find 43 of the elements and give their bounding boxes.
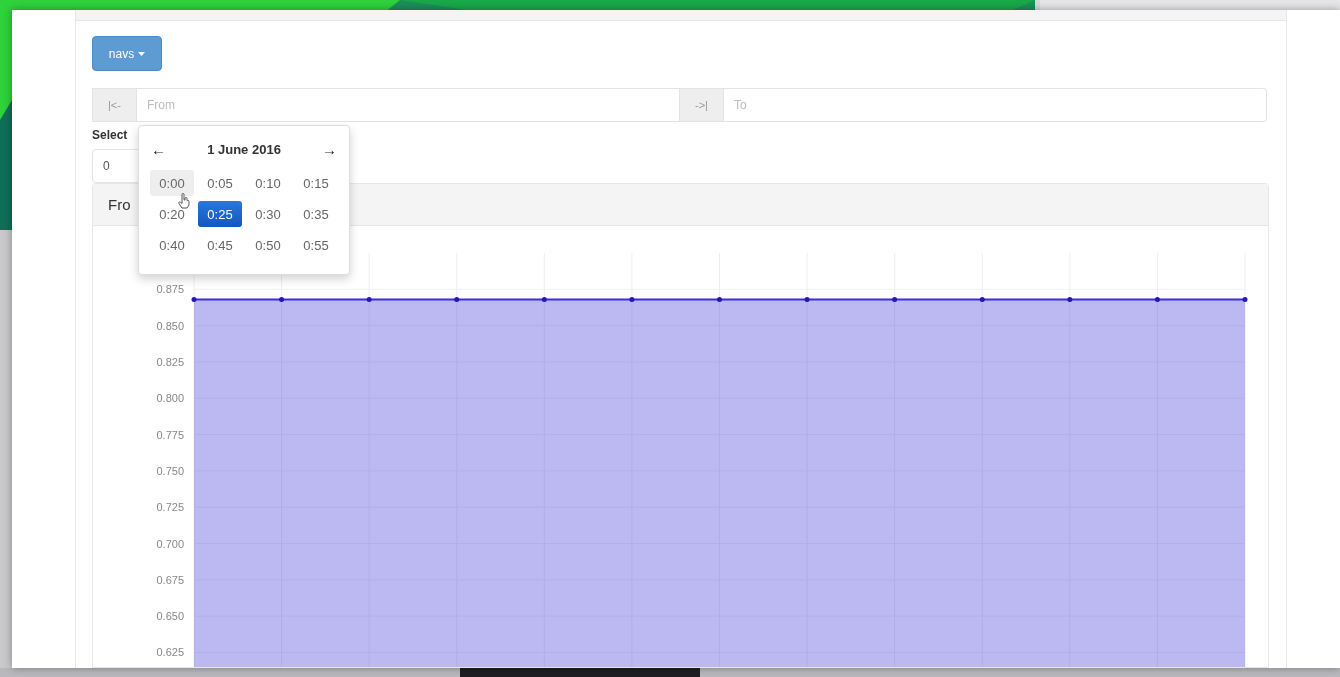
next-button[interactable]: →	[318, 140, 341, 158]
time-option[interactable]: 0:25	[198, 201, 242, 227]
y-tick-label: 0.850	[156, 319, 184, 332]
y-tick-label: 0.725	[156, 501, 184, 514]
data-point	[366, 297, 372, 302]
y-tick-label: 0.825	[156, 355, 184, 368]
to-field[interactable]: To	[724, 88, 1267, 122]
y-tick-label: 0.775	[156, 428, 184, 441]
y-tick-label: 0.875	[156, 283, 184, 296]
y-tick-label: 0.800	[156, 392, 184, 405]
y-tick-label: 0.675	[156, 573, 184, 586]
data-point	[454, 297, 460, 302]
time-option[interactable]: 0:00	[150, 170, 194, 196]
data-point	[1242, 297, 1248, 302]
y-tick-label: 0.650	[156, 610, 184, 623]
time-option[interactable]: 0:50	[246, 232, 290, 258]
data-point	[1067, 297, 1073, 302]
from-field[interactable]: From	[137, 88, 679, 122]
time-option[interactable]: 0:40	[150, 232, 194, 258]
time-option[interactable]: 0:20	[150, 201, 194, 227]
data-point	[191, 297, 197, 302]
data-point	[1154, 297, 1160, 302]
y-tick-label: 0.625	[156, 646, 184, 659]
data-point	[892, 297, 898, 302]
range-start-addon: |<-	[92, 88, 137, 122]
data-point	[279, 297, 285, 302]
hand-cursor-icon	[178, 193, 190, 209]
picker-title: 1 June 2016	[207, 141, 281, 157]
data-point	[541, 297, 547, 302]
data-point	[979, 297, 985, 302]
data-point	[804, 297, 810, 302]
time-option[interactable]: 0:35	[294, 201, 338, 227]
select-label: Select	[92, 127, 128, 143]
range-end-addon: ->|	[679, 88, 724, 122]
y-tick-label: 0.700	[156, 537, 184, 550]
time-option[interactable]: 0:30	[246, 201, 290, 227]
data-point	[629, 297, 635, 302]
y-tick-label: 0.750	[156, 464, 184, 477]
previous-button[interactable]: ←	[147, 140, 170, 158]
time-option[interactable]: 0:55	[294, 232, 338, 258]
caret-icon	[138, 51, 146, 56]
time-option[interactable]: 0:45	[198, 232, 242, 258]
data-point	[717, 297, 722, 302]
